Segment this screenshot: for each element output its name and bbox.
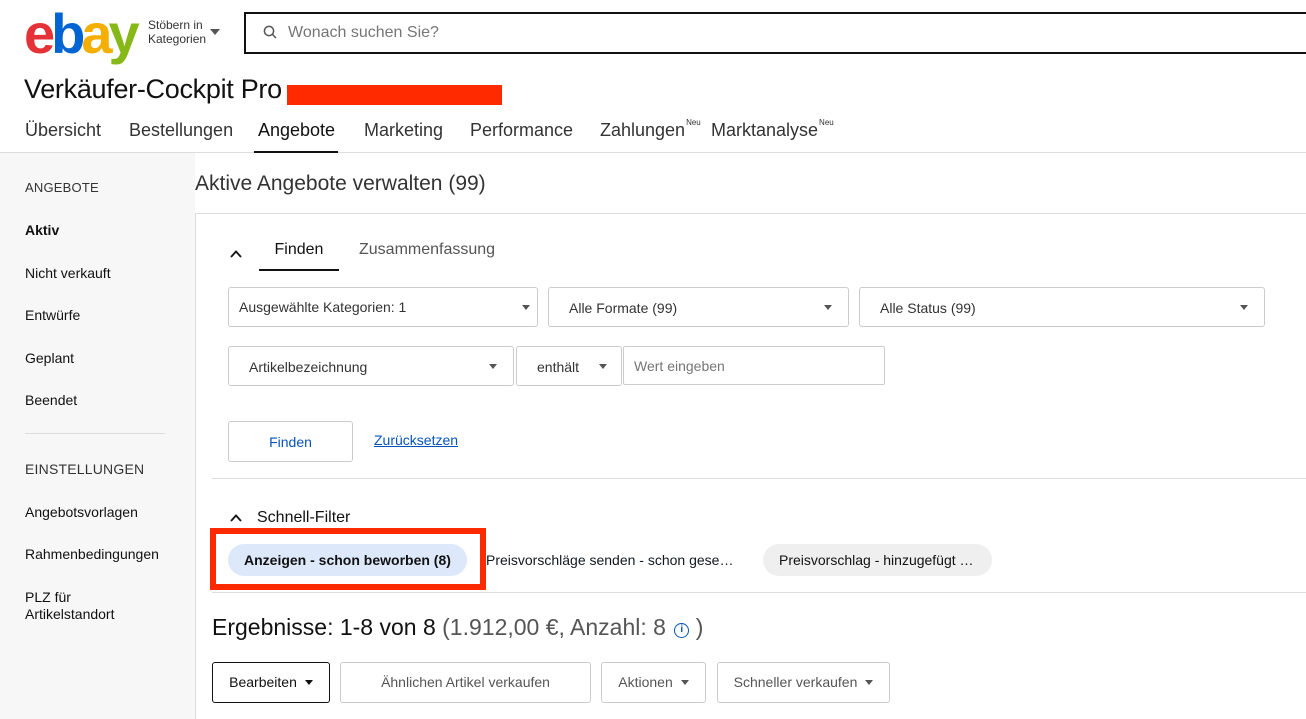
redacted-store-name: [287, 85, 502, 105]
new-badge: Neu: [686, 118, 701, 127]
quick-filter-title: Schnell-Filter: [257, 509, 351, 526]
tab-performance[interactable]: Performance: [470, 120, 573, 153]
section-divider: [212, 592, 1306, 593]
chevron-down-icon: [304, 680, 313, 685]
results-count: Ergebnisse: 1-8 von 8: [212, 614, 436, 640]
browse-line-1: Stöbern in: [148, 18, 203, 32]
sidebar-item-angebotsvorlagen[interactable]: Angebotsvorlagen: [25, 504, 138, 521]
section-title: Aktive Angebote verwalten (99): [195, 172, 486, 195]
tab-marketing[interactable]: Marketing: [364, 120, 443, 153]
chevron-up-icon[interactable]: [230, 512, 242, 524]
sell-similar-button[interactable]: Ähnlichen Artikel verkaufen: [340, 662, 591, 703]
sidebar-item-rahmenbedingungen[interactable]: Rahmenbedingungen: [25, 546, 159, 563]
main-nav: Übersicht Bestellungen Angebote Marketin…: [0, 108, 1306, 153]
tab-finden[interactable]: Finden: [259, 241, 339, 271]
chevron-down-icon: [522, 305, 530, 310]
results-summary: Ergebnisse: 1-8 von 8 (1.912,00 €, Anzah…: [212, 614, 703, 641]
find-button[interactable]: Finden: [228, 421, 353, 462]
new-badge: Neu: [819, 118, 834, 127]
page-title: Verkäufer-Cockpit Pro: [24, 74, 282, 104]
browse-categories-button[interactable]: Stöbern in Kategorien: [148, 18, 206, 46]
sidebar-heading-einstellungen: EINSTELLUNGEN: [25, 461, 145, 477]
sidebar-item-nicht-verkauft[interactable]: Nicht verkauft: [25, 265, 111, 282]
sidebar-item-beendet[interactable]: Beendet: [25, 392, 77, 409]
browse-line-2: Kategorien: [148, 32, 207, 46]
chevron-down-icon: [824, 305, 832, 310]
tab-zusammenfassung[interactable]: Zusammenfassung: [359, 241, 495, 271]
tab-uebersicht[interactable]: Übersicht: [25, 120, 101, 153]
sidebar-item-entwuerfe[interactable]: Entwürfe: [25, 307, 80, 324]
field-select[interactable]: Artikelbezeichnung: [228, 346, 514, 386]
chevron-down-icon: [1240, 305, 1248, 310]
sell-faster-button[interactable]: Schneller verkaufen: [717, 662, 890, 703]
sidebar: ANGEBOTE Aktiv Nicht verkauft Entwürfe G…: [0, 153, 195, 719]
edit-button[interactable]: Bearbeiten: [212, 662, 330, 703]
quick-filter-chip-preisvorschlag[interactable]: Preisvorschlag - hinzugefügt (8): [763, 544, 992, 576]
value-input[interactable]: [623, 346, 885, 385]
search-bar[interactable]: [244, 12, 1306, 54]
chevron-down-icon: [680, 680, 689, 685]
ebay-logo[interactable]: ebay: [24, 6, 140, 62]
status-select[interactable]: Alle Status (99): [859, 287, 1265, 327]
info-icon[interactable]: i: [674, 623, 690, 638]
sidebar-item-label: PLZ für: [25, 589, 71, 605]
format-select[interactable]: Alle Formate (99): [548, 287, 849, 327]
tab-bestellungen[interactable]: Bestellungen: [129, 120, 233, 153]
tab-zahlungen[interactable]: ZahlungenNeu: [600, 118, 701, 153]
tab-marktanalyse[interactable]: MarktanalyseNeu: [711, 118, 834, 153]
results-close-paren: ): [695, 614, 704, 640]
search-input[interactable]: [288, 14, 1188, 52]
tab-angebote[interactable]: Angebote: [254, 120, 338, 153]
search-icon: [263, 25, 277, 39]
actions-button[interactable]: Aktionen: [601, 662, 706, 703]
chevron-down-icon: [489, 364, 497, 369]
sidebar-item-geplant[interactable]: Geplant: [25, 350, 74, 367]
sidebar-item-aktiv[interactable]: Aktiv: [25, 222, 59, 239]
sidebar-item-label: Artikelstandort: [25, 606, 115, 622]
chevron-down-icon[interactable]: [210, 29, 220, 35]
chevron-down-icon: [865, 680, 874, 685]
site-header: ebay Stöbern in Kategorien: [0, 0, 1306, 64]
sidebar-heading-angebote: ANGEBOTE: [25, 180, 99, 195]
highlight-annotation: [210, 528, 486, 590]
operator-select[interactable]: enthält: [516, 346, 622, 386]
category-select[interactable]: Ausgewählte Kategorien: 1: [228, 287, 538, 327]
section-divider: [212, 478, 1306, 479]
sidebar-item-plz-artikelstandort[interactable]: PLZ für Artikelstandort: [25, 589, 114, 623]
chevron-up-icon[interactable]: [230, 248, 242, 260]
sidebar-divider: [25, 433, 165, 434]
results-total: (1.912,00 €, Anzahl: 8: [442, 614, 666, 640]
reset-link[interactable]: Zurücksetzen: [374, 432, 458, 448]
quick-filter-chip-preisvorschlaege[interactable]: Preisvorschläge senden - schon gesen…: [486, 544, 752, 576]
chevron-down-icon: [599, 364, 607, 369]
